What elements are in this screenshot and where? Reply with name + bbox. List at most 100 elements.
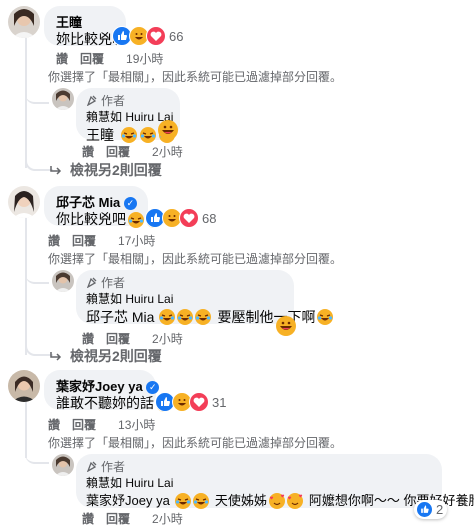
love-reaction-icon — [189, 392, 209, 412]
comment-author-row: 邱子芯 Mia ✓ — [56, 192, 137, 211]
comment-actions: 讚 回覆 13小時 — [48, 416, 155, 433]
author-badge-icon — [86, 95, 97, 106]
view-more-label: 檢視另2則回覆 — [70, 348, 162, 364]
comment-text: 誰敢不聽妳的話 — [56, 395, 154, 411]
avatar[interactable] — [52, 270, 74, 292]
author-badge: 作者 — [86, 458, 432, 474]
reply-actions: 讚 回覆 2小時 — [82, 330, 183, 347]
grinning-emoji — [158, 120, 178, 140]
laughing-crying-emoji — [195, 309, 212, 325]
reply-text: 王瞳 — [86, 127, 114, 143]
laughing-crying-emoji — [174, 493, 191, 509]
comment-text: 你比較兇吧 — [56, 211, 126, 227]
smiling-hearts-emoji — [286, 493, 303, 509]
like-button[interactable]: 讚 — [48, 232, 60, 249]
filter-notice: 你選擇了「最相關」，因此系統可能已過濾掉部分回覆。 — [48, 70, 343, 84]
reply-arrow-icon — [50, 352, 62, 361]
reply-text-line: 邱子芯 Mia 要壓制他一下啊 — [86, 307, 334, 327]
reply-text-mention[interactable]: 邱子芯 Mia — [86, 307, 154, 327]
reaction-count: 31 — [212, 394, 227, 410]
avatar[interactable] — [52, 88, 74, 110]
reply-actions: 讚 回覆 2小時 — [82, 510, 183, 527]
laughing-crying-emoji — [128, 211, 144, 228]
thread-curve-1b — [25, 152, 53, 171]
avatar[interactable] — [8, 186, 40, 218]
reaction-count: 2 — [436, 502, 444, 517]
reaction-summary[interactable]: 2 — [414, 500, 448, 519]
reply-text: 要壓制他一下啊 — [217, 309, 316, 325]
like-button[interactable]: 讚 — [82, 143, 94, 160]
reply-button[interactable]: 回覆 — [72, 416, 96, 433]
like-button[interactable]: 讚 — [82, 330, 94, 347]
timestamp[interactable]: 2小時 — [152, 143, 183, 160]
avatar[interactable] — [52, 454, 74, 476]
reply-bubble: 作者 賴慧如 Huiru Lai 葉家妤Joey ya 天使姊姊 阿嬤想你啊～～… — [76, 454, 474, 511]
comment-text-line: 你比較兇吧 — [56, 211, 162, 228]
comment-actions: 讚 回覆 17小時 — [48, 232, 155, 249]
like-button[interactable]: 讚 — [82, 510, 94, 527]
avatar[interactable] — [8, 6, 40, 38]
author-badge-label: 作者 — [101, 459, 126, 474]
reply-arrow-icon — [50, 166, 62, 175]
thread-curve-1a — [25, 84, 49, 104]
filter-notice: 你選擇了「最相關」，因此系統可能已過濾掉部分回覆。 — [48, 436, 343, 450]
reply-author[interactable]: 賴慧如 Huiru Lai — [86, 474, 432, 491]
reply-button[interactable]: 回覆 — [72, 232, 96, 249]
timestamp[interactable]: 13小時 — [118, 416, 155, 433]
reply-text-line: 葉家妤Joey ya 天使姊姊 阿嬤想你啊～～ 你要好好養胎歐 — [86, 491, 474, 511]
reaction-summary[interactable]: 31 — [155, 392, 226, 412]
comment-actions: 讚 回覆 19小時 — [56, 50, 163, 67]
comment-author[interactable]: 王瞳 — [56, 12, 114, 31]
laughing-crying-emoji — [177, 309, 194, 325]
reply-text-mention[interactable]: 葉家妤Joey ya — [86, 491, 170, 511]
author-badge-icon — [86, 461, 97, 472]
comment-author-row: 葉家妤Joey ya ✓ — [56, 376, 160, 395]
reaction-count: 68 — [202, 210, 217, 226]
reply-author[interactable]: 賴慧如 Huiru Lai — [86, 290, 284, 307]
reaction-count: 66 — [169, 28, 184, 44]
laughing-crying-emoji — [192, 493, 209, 509]
comment-author[interactable]: 葉家妤Joey ya — [56, 379, 143, 394]
like-button[interactable]: 讚 — [48, 416, 60, 433]
reply-button[interactable]: 回覆 — [106, 143, 130, 160]
author-badge: 作者 — [86, 92, 170, 108]
verified-badge-icon: ✓ — [123, 197, 137, 211]
reply-bubble: 作者 賴慧如 Huiru Lai 邱子芯 Mia 要壓制他一下啊 — [76, 270, 334, 327]
timestamp[interactable]: 2小時 — [152, 510, 183, 527]
laughing-crying-emoji — [140, 127, 156, 143]
like-button[interactable]: 讚 — [56, 50, 68, 67]
thread-curve-2a — [25, 264, 49, 284]
thread-curve-3a — [25, 444, 49, 464]
reaction-summary[interactable]: 68 — [145, 208, 216, 228]
grinning-emoji — [276, 316, 296, 336]
view-more-replies[interactable]: 檢視另2則回覆 — [50, 160, 162, 180]
reply-button[interactable]: 回覆 — [106, 510, 130, 527]
laughing-crying-emoji — [159, 309, 176, 325]
comment-text: 妳比較兇咖 — [56, 31, 126, 47]
reply-actions: 讚 回覆 2小時 — [82, 143, 183, 160]
comment-bubble: 邱子芯 Mia ✓ 你比較兇吧 — [44, 186, 162, 228]
reaction-summary[interactable]: 66 — [112, 26, 183, 46]
thread-curve-2b — [25, 338, 53, 356]
reply-text: 阿嬤想你啊～～ 你要好好養胎歐 — [308, 493, 474, 508]
laughing-crying-emoji — [317, 309, 334, 325]
love-reaction-icon — [179, 208, 199, 228]
reply-button[interactable]: 回覆 — [80, 50, 104, 67]
reply-button[interactable]: 回覆 — [106, 330, 130, 347]
comment-author[interactable]: 邱子芯 Mia — [56, 195, 120, 210]
comment-bubble: 葉家妤Joey ya ✓ 誰敢不聽妳的話 — [44, 370, 172, 412]
view-more-label: 檢視另2則回覆 — [70, 162, 162, 178]
timestamp[interactable]: 2小時 — [152, 330, 183, 347]
view-more-replies[interactable]: 檢視另2則回覆 — [50, 346, 162, 366]
comment-text-line: 誰敢不聽妳的話 — [56, 395, 172, 412]
timestamp[interactable]: 17小時 — [118, 232, 155, 249]
author-badge-label: 作者 — [101, 275, 126, 290]
smiling-hearts-emoji — [268, 493, 285, 509]
avatar[interactable] — [8, 370, 40, 402]
timestamp[interactable]: 19小時 — [126, 50, 163, 67]
author-badge-icon — [86, 277, 97, 288]
author-badge-label: 作者 — [101, 93, 126, 108]
author-badge: 作者 — [86, 274, 284, 290]
filter-notice: 你選擇了「最相關」，因此系統可能已過濾掉部分回覆。 — [48, 252, 343, 266]
thread-line-1 — [25, 38, 27, 168]
